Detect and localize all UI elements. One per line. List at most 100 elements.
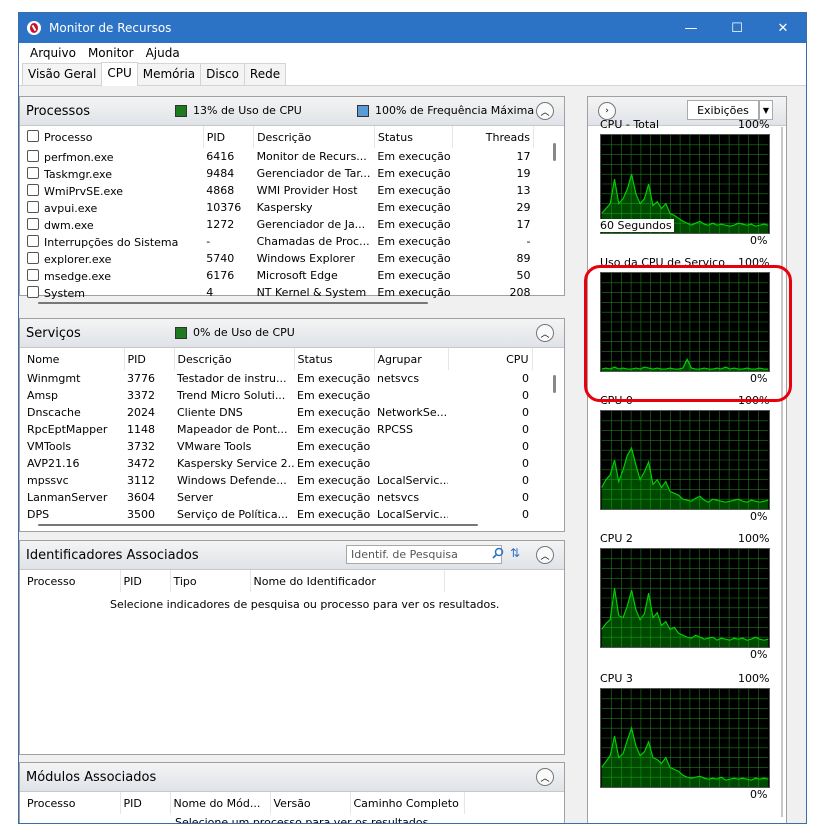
column-nome-identificador[interactable]: Nome do Identificador [250,570,445,592]
tab-memoria[interactable]: Memória [136,63,202,85]
process-row[interactable]: WmiPrvSE.exe 4868 WMI Provider Host Em exec… [24,182,534,199]
servicos-horizontal-scrollbar[interactable] [38,524,478,526]
service-pid: 3112 [127,474,155,487]
column-processo[interactable]: Processo [24,792,121,814]
select-all-checkbox[interactable] [27,130,39,142]
column-threads[interactable]: Threads [452,126,534,148]
column-agrupar[interactable]: Agrupar [374,348,449,370]
refresh-icon[interactable]: ⇅ [510,546,524,560]
process-description: Chamadas de Proc... [256,235,370,248]
column-pid[interactable]: PID [120,570,171,592]
graphs-scrollbar[interactable] [781,127,783,817]
process-status: Em execução [377,252,451,265]
max-frequency-swatch [357,104,369,117]
graph-label: CPU 3 [600,672,633,685]
process-row[interactable]: Taskmgr.exe 9484 Gerenciador de Tar... Em e… [24,165,534,182]
column-pid[interactable]: PID [124,348,175,370]
process-checkbox[interactable] [27,200,39,213]
process-checkbox[interactable] [27,217,39,230]
service-row[interactable]: Winmgmt 3776 Testador de instru... Em execu… [24,370,532,387]
modulos-header[interactable]: Módulos Associados ︿ [20,763,564,792]
service-name: VMTools [27,440,72,453]
column-status[interactable]: Status [374,126,454,148]
process-row[interactable]: explorer.exe 5740 Windows Explorer Em execu… [24,250,534,267]
menu-ajuda[interactable]: Ajuda [140,46,186,60]
column-status[interactable]: Status [294,348,375,370]
service-row[interactable]: DPS 3500 Serviço de Política... Em execução… [24,506,532,523]
max-frequency-text: 100% de Frequência Máxima [375,104,535,117]
identifier-search-input[interactable]: Identif. de Pesquisa [346,545,502,564]
search-icon[interactable] [492,547,504,559]
tab-rede[interactable]: Rede [243,63,287,85]
column-caminho-completo[interactable]: Caminho Completo [350,792,465,814]
process-row[interactable]: msedge.exe 6176 Microsoft Edge Em execução 5… [24,267,534,284]
identificadores-table: Processo PID Tipo Nome do Identificador [24,570,445,592]
column-descricao[interactable]: Descrição [253,126,375,148]
modulos-empty-message: Selecione um processo para ver os result… [175,816,432,824]
column-cpu[interactable]: CPU [448,348,533,370]
process-row[interactable]: perfmon.exe 6416 Monitor de Recurs... Em ex… [24,148,534,165]
process-name: perfmon.exe [24,148,203,165]
processos-horizontal-scrollbar[interactable] [38,302,428,304]
column-pid[interactable]: PID [120,792,171,814]
servicos-vertical-scrollbar[interactable] [553,375,556,393]
column-nome-modulo[interactable]: Nome do Mód... [170,792,271,814]
column-versao[interactable]: Versão [270,792,351,814]
service-row[interactable]: mpssvc 3112 Windows Defende... Em execução L… [24,472,532,489]
maximize-button[interactable]: ☐ [714,13,760,43]
service-row[interactable]: RpcEptMapper 1148 Mapeador de Pont... Em ex… [24,421,532,438]
tab-visao-geral[interactable]: Visão Geral [22,63,103,85]
process-description: Windows Explorer [256,252,355,265]
service-row[interactable]: AVP21.16 3472 Kaspersky Service 2... Em exe… [24,455,532,472]
column-descricao[interactable]: Descrição [174,348,295,370]
column-tipo[interactable]: Tipo [170,570,251,592]
views-button[interactable]: Exibições [687,100,759,120]
identificadores-header[interactable]: Identificadores Associados Identif. de P… [20,541,564,570]
column-pid[interactable]: PID [203,126,255,148]
service-cpu-swatch [175,326,187,339]
process-pid: 10376 [206,201,242,214]
process-threads: 208 [509,286,531,299]
service-row[interactable]: VMTools 3732 VMware Tools Em execução 0 [24,438,532,455]
process-checkbox[interactable] [27,183,39,196]
process-checkbox[interactable] [27,285,39,298]
servicos-header[interactable]: Serviços 0% de Uso de CPU ︿ [20,319,564,348]
tab-disco[interactable]: Disco [200,63,245,85]
service-description: Testador de instru... [177,372,287,385]
service-cpu: 0 [522,457,529,470]
collapse-processos-button[interactable]: ︿ [536,102,554,120]
process-row[interactable]: dwm.exe 1272 Gerenciador de Ja... Em execuç… [24,216,534,233]
service-row[interactable]: Dnscache 2024 Cliente DNS Em execução Networ… [24,404,532,421]
menu-monitor[interactable]: Monitor [82,46,140,60]
column-nome[interactable]: Nome [24,348,125,370]
process-description: Kaspersky [256,201,313,214]
process-checkbox[interactable] [27,251,39,264]
column-processo[interactable]: Processo [24,570,121,592]
service-row[interactable]: LanmanServer 3604 Server Em execução netsvcs… [24,489,532,506]
graph-min-label: 0% [750,234,768,247]
process-row[interactable]: System 4 NT Kernel & System Em execução 208 [24,284,534,301]
close-button[interactable]: ✕ [760,13,806,43]
processos-header[interactable]: Processos 13% de Uso de CPU 100% de Freq… [20,97,564,126]
process-row[interactable]: avpui.exe 10376 Kaspersky Em execução 29 [24,199,534,216]
minimize-button[interactable]: — [668,13,714,43]
collapse-identificadores-button[interactable]: ︿ [536,546,554,564]
graph-max-label: 100% [738,118,770,131]
service-row[interactable]: Amsp 3372 Trend Micro Soluti... Em execução… [24,387,532,404]
process-checkbox[interactable] [27,149,39,162]
tab-cpu[interactable]: CPU [101,62,138,86]
process-checkbox[interactable] [27,268,39,281]
views-dropdown-arrow[interactable]: ▼ [759,100,773,120]
menu-arquivo[interactable]: Arquivo [24,46,82,60]
process-checkbox[interactable] [27,166,39,179]
service-pid: 3472 [127,457,155,470]
processos-vertical-scrollbar[interactable] [553,143,556,161]
process-row[interactable]: Interrupções do Sistema - Chamadas de Proc… [24,233,534,250]
service-description: VMware Tools [177,440,252,453]
collapse-modulos-button[interactable]: ︿ [536,768,554,786]
column-processo[interactable]: Processo [24,126,204,148]
service-status: Em execução [297,440,371,453]
collapse-servicos-button[interactable]: ︿ [536,324,554,342]
service-group [374,455,448,472]
process-checkbox[interactable] [27,234,39,247]
